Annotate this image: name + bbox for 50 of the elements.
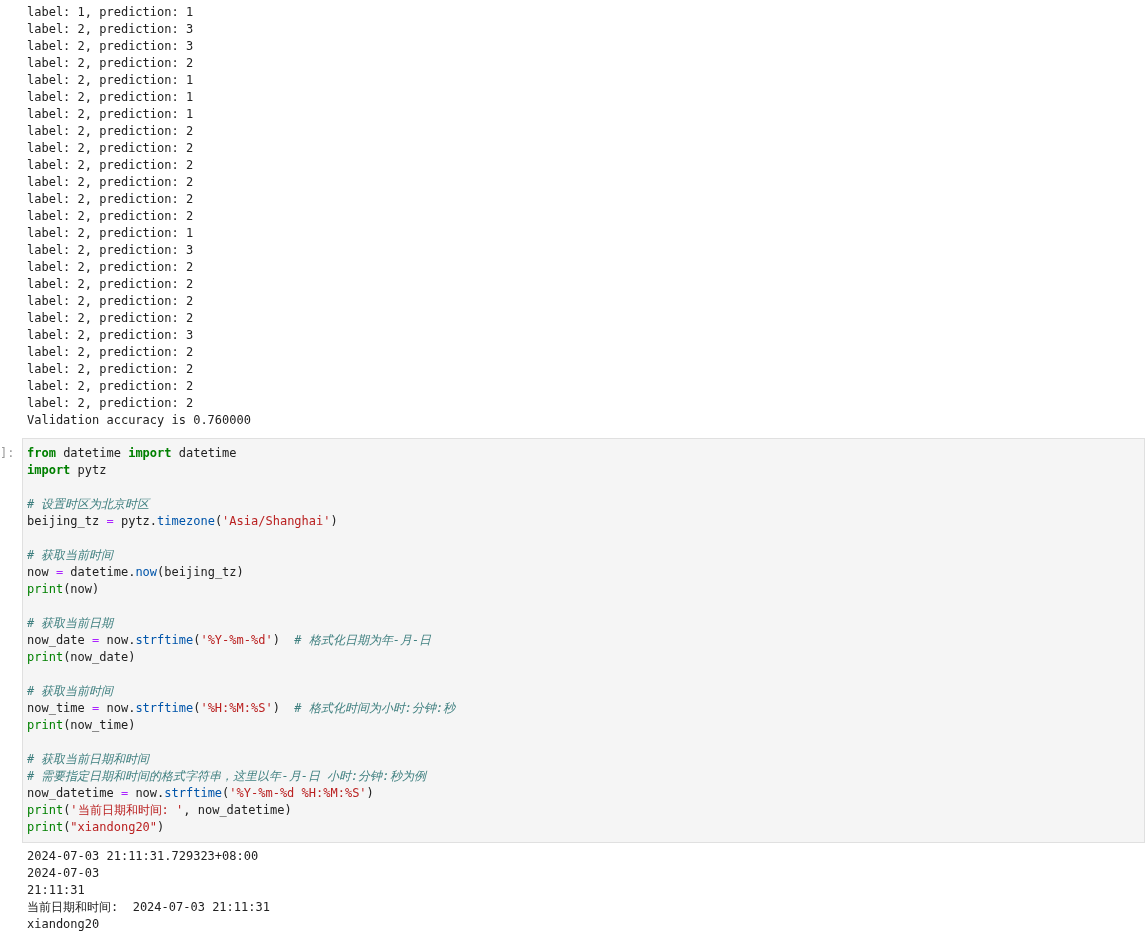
output-line: xiandong20 — [27, 916, 100, 933]
code-line: print('当前日期和时间: ', now_datetime) — [27, 802, 292, 819]
output-line: label: 2, prediction: 2 — [27, 378, 194, 395]
code-line: print("xiandong20") — [27, 819, 165, 836]
output-line: label: 2, prediction: 2 — [27, 344, 194, 361]
output-line: label: 2, prediction: 2 — [27, 123, 194, 140]
output-line: label: 2, prediction: 2 — [27, 259, 194, 276]
code-line: print(now_date) — [27, 649, 136, 666]
code-line: # 获取当前时间 — [27, 547, 114, 564]
code-cell[interactable] — [22, 438, 1145, 843]
output-line: label: 2, prediction: 2 — [27, 140, 194, 157]
output-line: 2024-07-03 — [27, 865, 100, 882]
output-line: 当前日期和时间: 2024-07-03 21:11:31 — [27, 899, 270, 916]
output-line: label: 2, prediction: 2 — [27, 293, 194, 310]
output-line: label: 2, prediction: 3 — [27, 38, 194, 55]
output-line: label: 2, prediction: 2 — [27, 310, 194, 327]
code-line: from datetime import datetime — [27, 445, 237, 462]
output-line: label: 2, prediction: 1 — [27, 225, 194, 242]
output-line: label: 2, prediction: 1 — [27, 106, 194, 123]
code-line: # 获取当前日期 — [27, 615, 114, 632]
code-line: # 获取当前时间 — [27, 683, 114, 700]
output-line: label: 2, prediction: 2 — [27, 208, 194, 225]
output-line: label: 2, prediction: 2 — [27, 55, 194, 72]
code-line: import pytz — [27, 462, 107, 479]
output-line: label: 2, prediction: 2 — [27, 276, 194, 293]
code-line: now = datetime.now(beijing_tz) — [27, 564, 244, 581]
output-line: label: 2, prediction: 1 — [27, 89, 194, 106]
cell-prompt: ]: — [0, 445, 16, 462]
output-line: label: 2, prediction: 2 — [27, 157, 194, 174]
output-line: label: 2, prediction: 2 — [27, 191, 194, 208]
output-line: label: 2, prediction: 1 — [27, 72, 194, 89]
output-line: 21:11:31 — [27, 882, 85, 899]
code-line: # 需要指定日期和时间的格式字符串，这里以年-月-日 小时:分钟:秒为例 — [27, 768, 426, 785]
output-line: label: 2, prediction: 3 — [27, 242, 194, 259]
code-line: print(now_time) — [27, 717, 136, 734]
output-line: label: 2, prediction: 3 — [27, 327, 194, 344]
code-line: beijing_tz = pytz.timezone('Asia/Shanghai') — [27, 513, 338, 530]
output-line: Validation accuracy is 0.760000 — [27, 412, 251, 429]
output-line: label: 2, prediction: 3 — [27, 21, 194, 38]
code-line: # 获取当前日期和时间 — [27, 751, 150, 768]
output-line: label: 1, prediction: 1 — [27, 4, 194, 21]
output-line: label: 2, prediction: 2 — [27, 174, 194, 191]
output-line: 2024-07-03 21:11:31.729323+08:00 — [27, 848, 259, 865]
output-line: label: 2, prediction: 2 — [27, 395, 194, 412]
code-line: print(now) — [27, 581, 100, 598]
code-line: # 设置时区为北京时区 — [27, 496, 150, 513]
code-line: now_date = now.strftime('%Y-%m-%d') # 格式化日期为年-月-日 — [27, 632, 432, 649]
code-line: now_time = now.strftime('%H:%M:%S') # 格式化时间为小时:分钟:秒 — [27, 700, 456, 717]
code-line: now_datetime = now.strftime('%Y-%m-%d %H:%M:%S') — [27, 785, 374, 802]
output-line: label: 2, prediction: 2 — [27, 361, 194, 378]
